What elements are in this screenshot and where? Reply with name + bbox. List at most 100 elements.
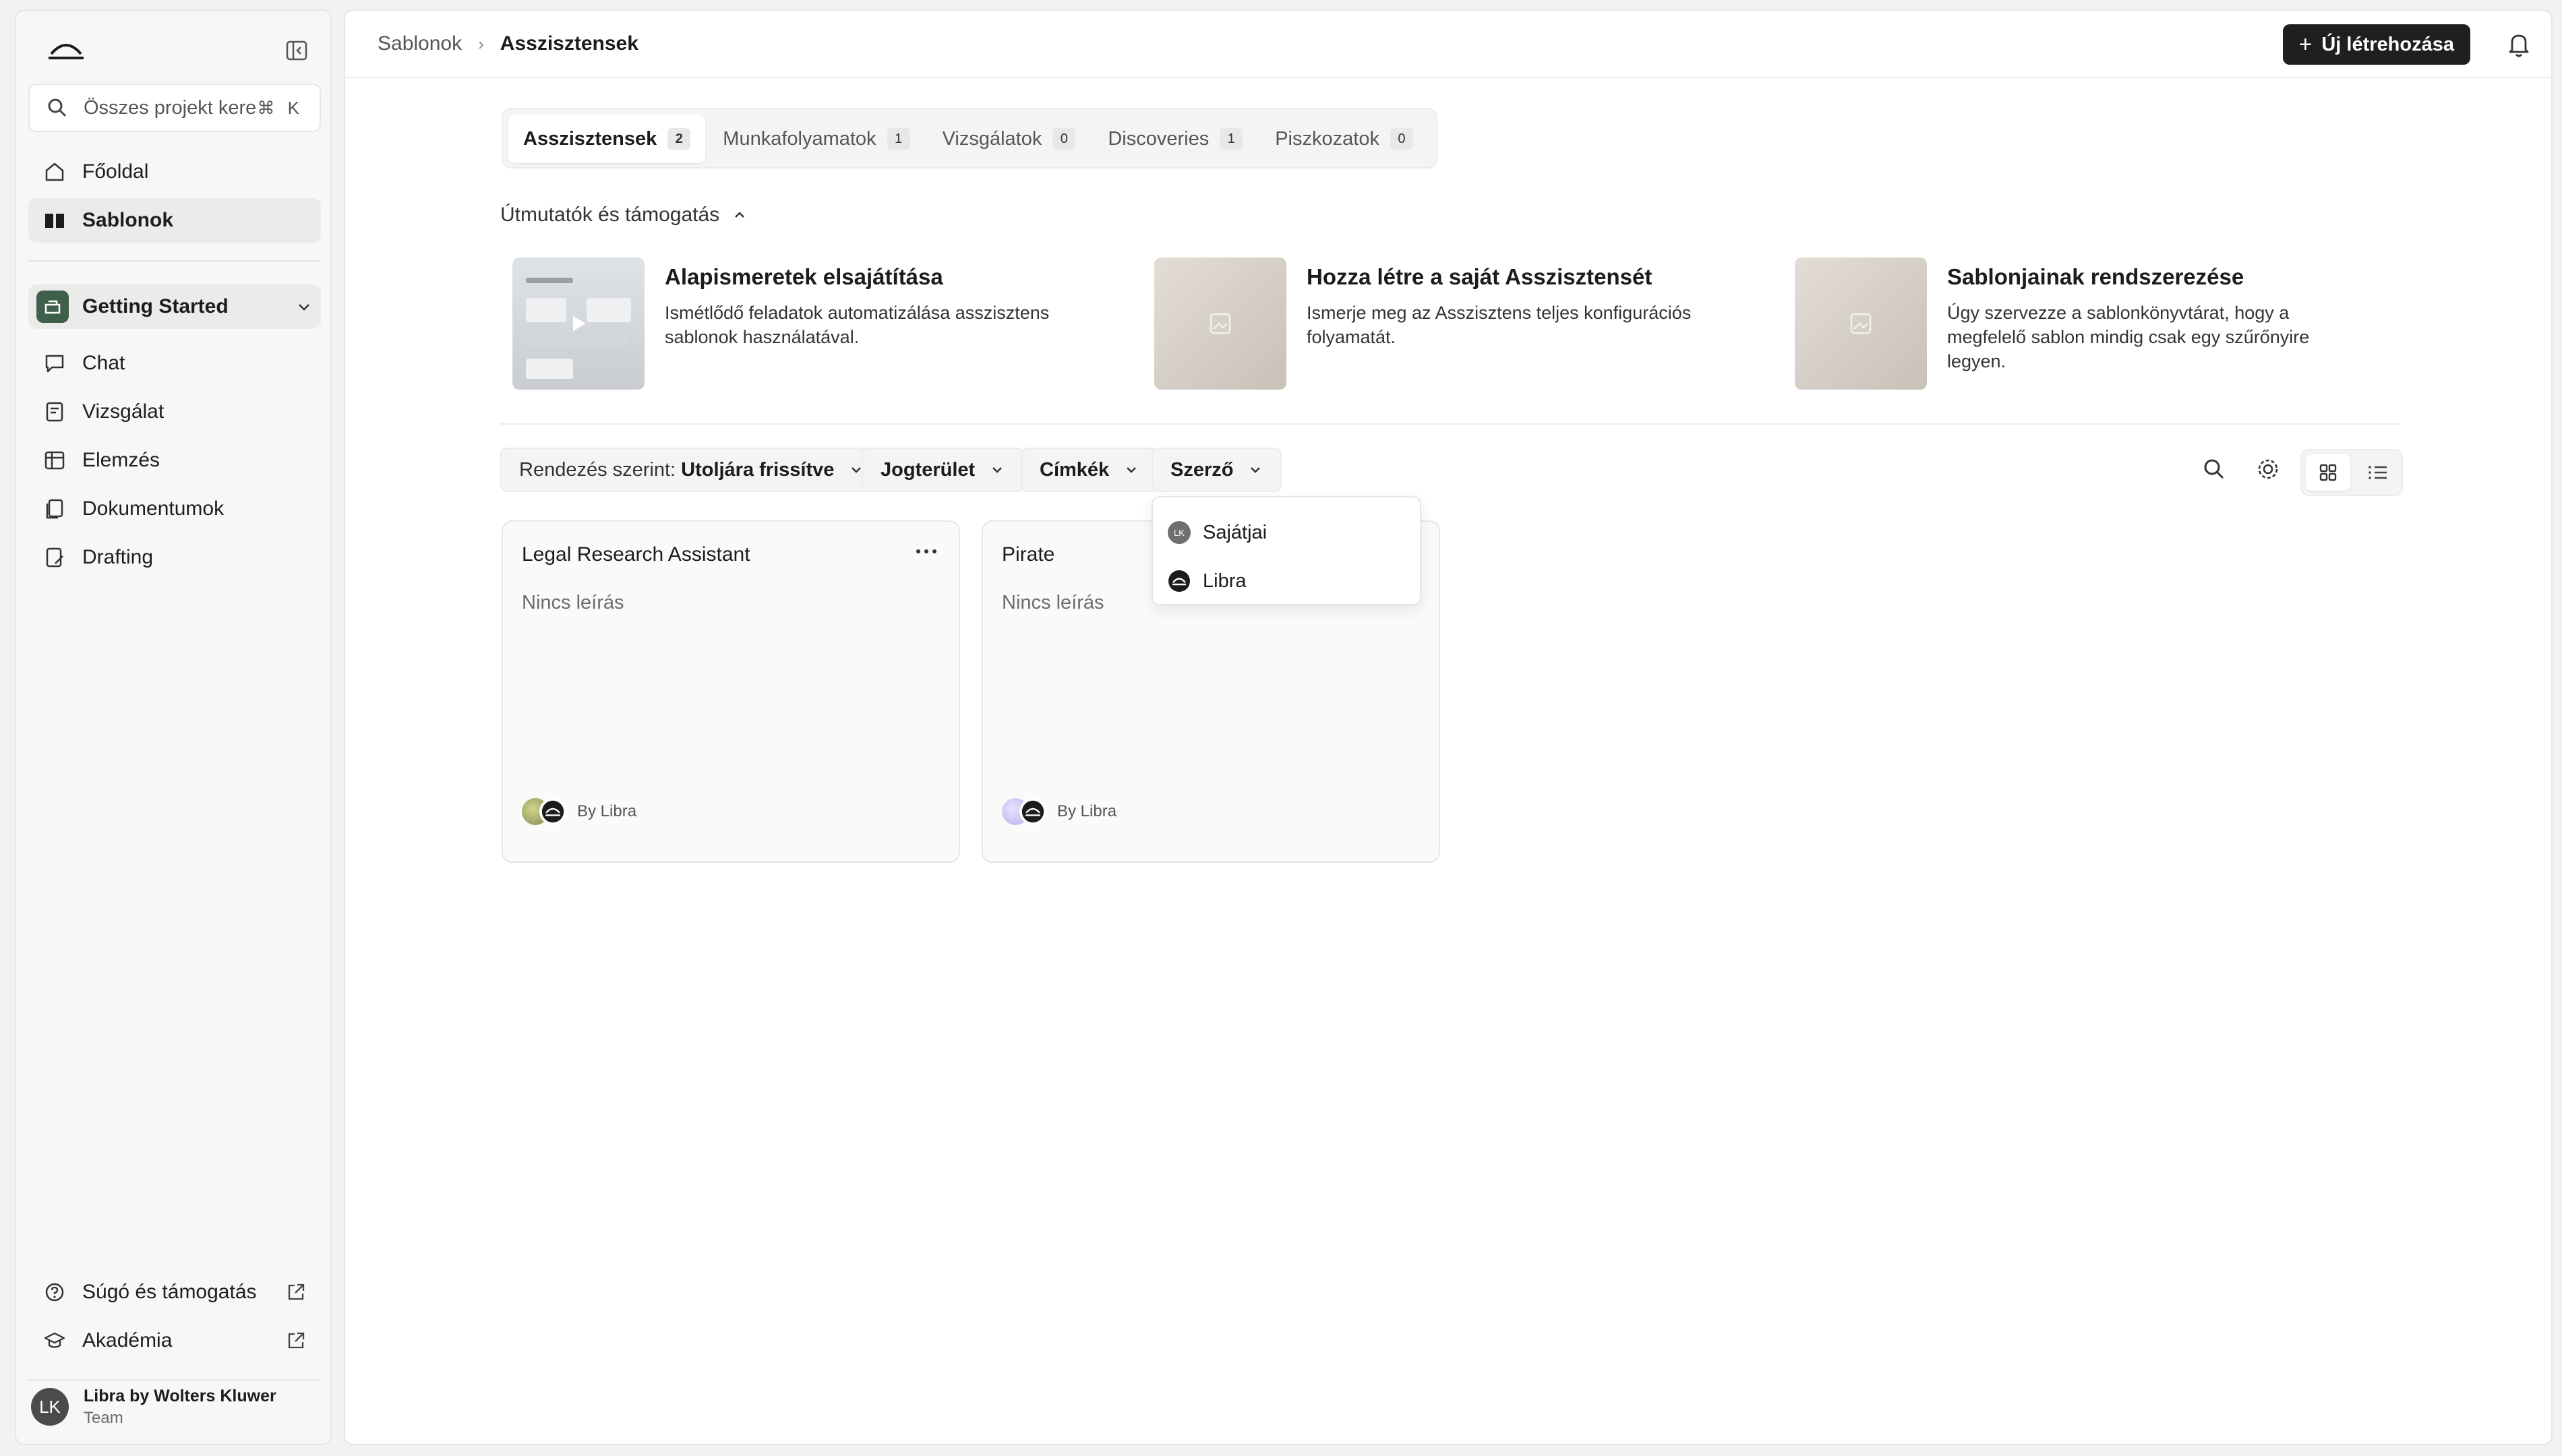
grid-view-button[interactable] [2306, 454, 2350, 491]
tab-label: Piszkozatok [1275, 127, 1379, 150]
sort-dropdown[interactable]: Rendezés szerint: Utoljára frissítve [500, 448, 883, 492]
create-new-button[interactable]: + Új létrehozása [2282, 24, 2470, 65]
nav-help[interactable]: Súgó és támogatás [28, 1270, 321, 1314]
nav-label: Akadémia [82, 1329, 173, 1352]
tab-count: 0 [1390, 128, 1413, 150]
nav-academy[interactable]: Akadémia [28, 1318, 321, 1363]
filter-label: Jogterület [881, 458, 976, 481]
libra-logo-icon [1168, 570, 1190, 592]
author-avatars [1002, 797, 1052, 826]
bell-icon[interactable] [2505, 30, 2532, 59]
book-icon [45, 214, 64, 228]
nav-drafting[interactable]: Drafting [28, 535, 321, 580]
nav-label: Sablonok [82, 209, 174, 231]
filter-label: Címkék [1040, 458, 1110, 481]
avatar: LK [1168, 521, 1191, 544]
sort-value: Utoljára frissítve [681, 458, 835, 481]
chevron-down-icon [1251, 467, 1261, 473]
project-search-input[interactable]: Összes projekt kere... ⌘ K [28, 84, 321, 132]
guide-thumbnail [1795, 257, 1927, 390]
tab-count: 1 [1220, 128, 1243, 150]
practice-area-filter[interactable]: Jogterület [862, 448, 1024, 492]
tab-assistants[interactable]: Asszisztensek 2 [508, 115, 706, 163]
image-placeholder-icon [1850, 313, 1872, 334]
guide-card-create-assistant[interactable]: Hozza létre a saját Asszisztensét Ismerj… [1154, 257, 1748, 392]
libra-logo-icon [539, 798, 566, 825]
guide-description: Ismétlődő feladatok automatizálása asszi… [665, 303, 1050, 347]
card-description: Nincs leírás [1002, 592, 1104, 613]
nav-review[interactable]: Vizsgálat [28, 390, 321, 434]
user-role: Team [84, 1408, 123, 1427]
sidebar: Összes projekt kere... ⌘ K Főoldal Sablo… [15, 9, 332, 1445]
sidebar-divider [28, 260, 321, 262]
guide-title: Hozza létre a saját Asszisztensét [1307, 264, 1652, 289]
author-option-libra[interactable]: Libra [1168, 562, 1247, 600]
tab-label: Asszisztensek [523, 127, 657, 150]
guide-card-basics[interactable]: Alapismeretek elsajátítása Ismétlődő fel… [512, 257, 1106, 392]
option-label: Libra [1203, 570, 1247, 592]
list-view-icon[interactable] [2366, 462, 2389, 483]
guide-description: Ismerje meg az Asszisztens teljes konfig… [1307, 303, 1692, 347]
tab-count: 2 [667, 128, 691, 150]
documents-icon [46, 499, 63, 519]
breadcrumb-templates[interactable]: Sablonok [378, 32, 462, 55]
tab-reviews[interactable]: Vizsgálatok 0 [928, 115, 1091, 163]
sort-label: Rendezés szerint: [519, 458, 676, 481]
search-icon[interactable] [2201, 456, 2228, 483]
avatar: LK [31, 1388, 69, 1426]
nav-home[interactable]: Főoldal [28, 150, 321, 194]
nav-documents[interactable]: Dokumentumok [28, 487, 321, 531]
drafting-icon [46, 547, 63, 568]
section-divider [500, 423, 2400, 425]
filter-label: Szerző [1170, 458, 1234, 481]
nav-label: Súgó és támogatás [82, 1281, 257, 1303]
search-icon [48, 98, 67, 117]
chat-icon [45, 355, 64, 373]
tab-label: Vizsgálatok [942, 127, 1042, 150]
tab-count: 1 [887, 128, 910, 150]
guide-card-organize[interactable]: Sablonjainak rendszerezése Úgy szervezze… [1795, 257, 2388, 392]
nav-chat[interactable]: Chat [28, 341, 321, 386]
guide-video-thumbnail[interactable] [512, 257, 645, 390]
external-link-icon [288, 1332, 305, 1349]
card-title: Pirate [1002, 543, 1055, 566]
tags-filter[interactable]: Címkék [1021, 448, 1158, 492]
more-options-icon[interactable] [913, 545, 940, 558]
project-selector[interactable]: Getting Started [28, 284, 321, 329]
settings-gear-icon[interactable] [2255, 456, 2282, 483]
search-placeholder: Összes projekt kere... [84, 96, 258, 119]
home-icon [45, 162, 64, 181]
option-label: Sajátjai [1203, 521, 1268, 543]
nav-templates[interactable]: Sablonok [28, 198, 321, 243]
tab-drafts[interactable]: Piszkozatok 0 [1260, 115, 1428, 163]
card-author-label: By Libra [1057, 802, 1117, 820]
sidebar-collapse-icon[interactable] [286, 40, 307, 61]
tab-discoveries[interactable]: Discoveries 1 [1093, 115, 1257, 163]
nav-label: Drafting [82, 546, 154, 568]
nav-label: Főoldal [82, 160, 149, 183]
tab-workflows[interactable]: Munkafolyamatok 1 [708, 115, 924, 163]
review-icon [46, 402, 63, 422]
project-icon [36, 291, 69, 323]
academy-icon [44, 1332, 65, 1348]
card-title: Legal Research Assistant [522, 543, 750, 566]
guide-title: Alapismeretek elsajátítása [665, 264, 943, 289]
guides-toggle[interactable]: Útmutatók és támogatás [500, 204, 748, 226]
external-link-icon [288, 1283, 305, 1300]
card-author: By Libra [522, 797, 636, 826]
guide-description: Úgy szervezze a sablonkönyvtárat, hogy a… [1947, 303, 2310, 371]
card-description: Nincs leírás [522, 592, 624, 613]
nav-analysis[interactable]: Elemzés [28, 438, 321, 483]
user-profile[interactable]: LK Libra by Wolters Kluwer Team [31, 1379, 321, 1434]
grid-icon [2319, 464, 2337, 481]
libra-logo-icon[interactable] [47, 38, 85, 63]
nav-label: Chat [82, 352, 125, 374]
main-panel: Sablonok › Asszisztensek + Új létrehozás… [344, 9, 2553, 1445]
top-bar: Sablonok › Asszisztensek + Új létrehozás… [345, 11, 2551, 78]
tab-label: Discoveries [1108, 127, 1210, 150]
template-card[interactable]: Legal Research Assistant Nincs leírás By… [502, 520, 960, 863]
nav-label: Elemzés [82, 449, 160, 471]
card-author: By Libra [1002, 797, 1116, 826]
author-filter[interactable]: Szerző [1152, 448, 1282, 492]
author-option-own[interactable]: LK Sajátjai [1168, 514, 1267, 551]
